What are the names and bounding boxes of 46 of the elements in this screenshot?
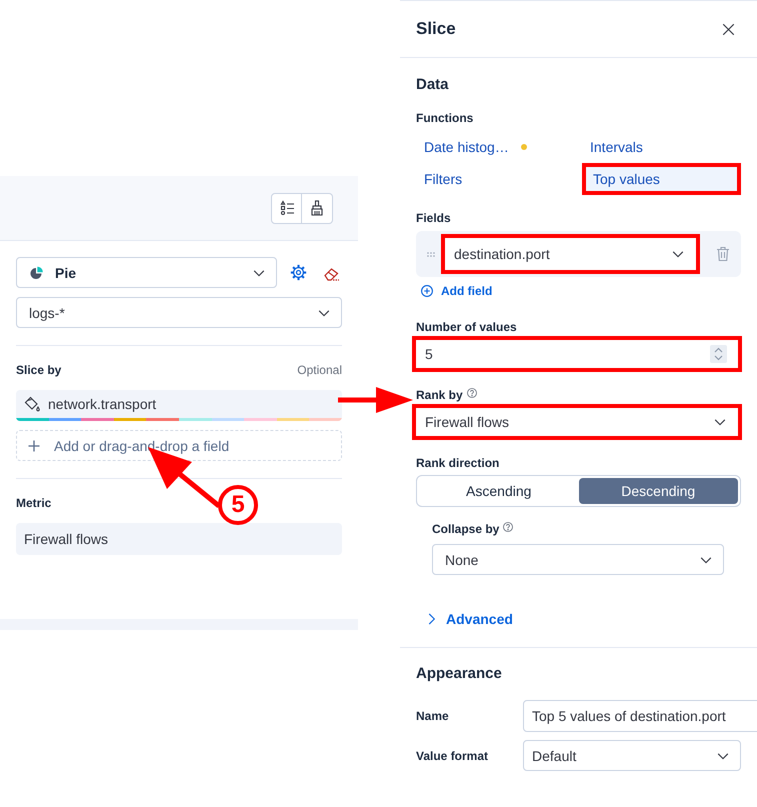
plus-icon [28,440,40,452]
help-icon[interactable] [503,522,514,532]
stepper-icon[interactable] [710,345,727,363]
toggle-option[interactable]: Ascending [419,478,578,504]
dimension-item[interactable]: network.transport [16,390,342,421]
flyout-title: Slice [416,19,456,39]
pie-chart-icon [30,266,44,280]
drag-handle-icon[interactable] [427,252,435,256]
field-label: Fields [416,210,452,226]
close-icon[interactable] [722,22,735,36]
paintbrush-icon [309,200,325,216]
name-input[interactable]: Top 5 values of destination.port [523,700,757,732]
legend-icon [278,200,294,216]
section-label: Slice by [16,362,62,378]
legend-button[interactable] [271,192,302,224]
field-label: Value format [416,748,490,762]
paintbrush-button[interactable] [302,192,333,224]
function-option[interactable]: Filters [416,163,582,195]
data-view-select[interactable]: logs-* [16,297,342,328]
help-icon[interactable] [466,388,477,398]
toggle-option[interactable]: Descending [578,478,738,504]
function-option[interactable]: Date histog… [416,131,582,163]
add-field-link[interactable]: Add field [421,283,741,299]
function-option[interactable]: Top values [582,163,741,195]
settings-icon[interactable] [290,264,307,281]
metric-item[interactable]: Firewall flows [16,523,342,555]
callout-badge: 5 [218,485,258,525]
chart-type-select[interactable]: Pie [16,257,277,288]
field-label: Rank direction [416,455,500,471]
function-option[interactable]: Intervals [582,131,741,163]
section-title: Appearance [416,664,503,684]
field-label: Rank by [416,387,463,403]
value-format-select[interactable]: Default [523,740,741,771]
field-label: Collapse by [432,521,500,537]
add-field-button[interactable]: Add or drag-and-drop a field [16,430,342,461]
section-label: Metric [16,495,52,511]
field-label: Functions [416,110,474,126]
paint-bucket-icon [24,396,40,412]
chevron-right-icon [428,613,436,625]
section-title: Data [416,75,450,95]
collapse-by-select[interactable]: None [432,544,724,575]
field-label: Number of values [416,319,518,335]
field-label: Name [416,709,450,723]
advanced-toggle[interactable]: Advanced [428,609,741,629]
plus-circle-icon [421,285,433,297]
optional-hint: Optional [297,362,342,378]
